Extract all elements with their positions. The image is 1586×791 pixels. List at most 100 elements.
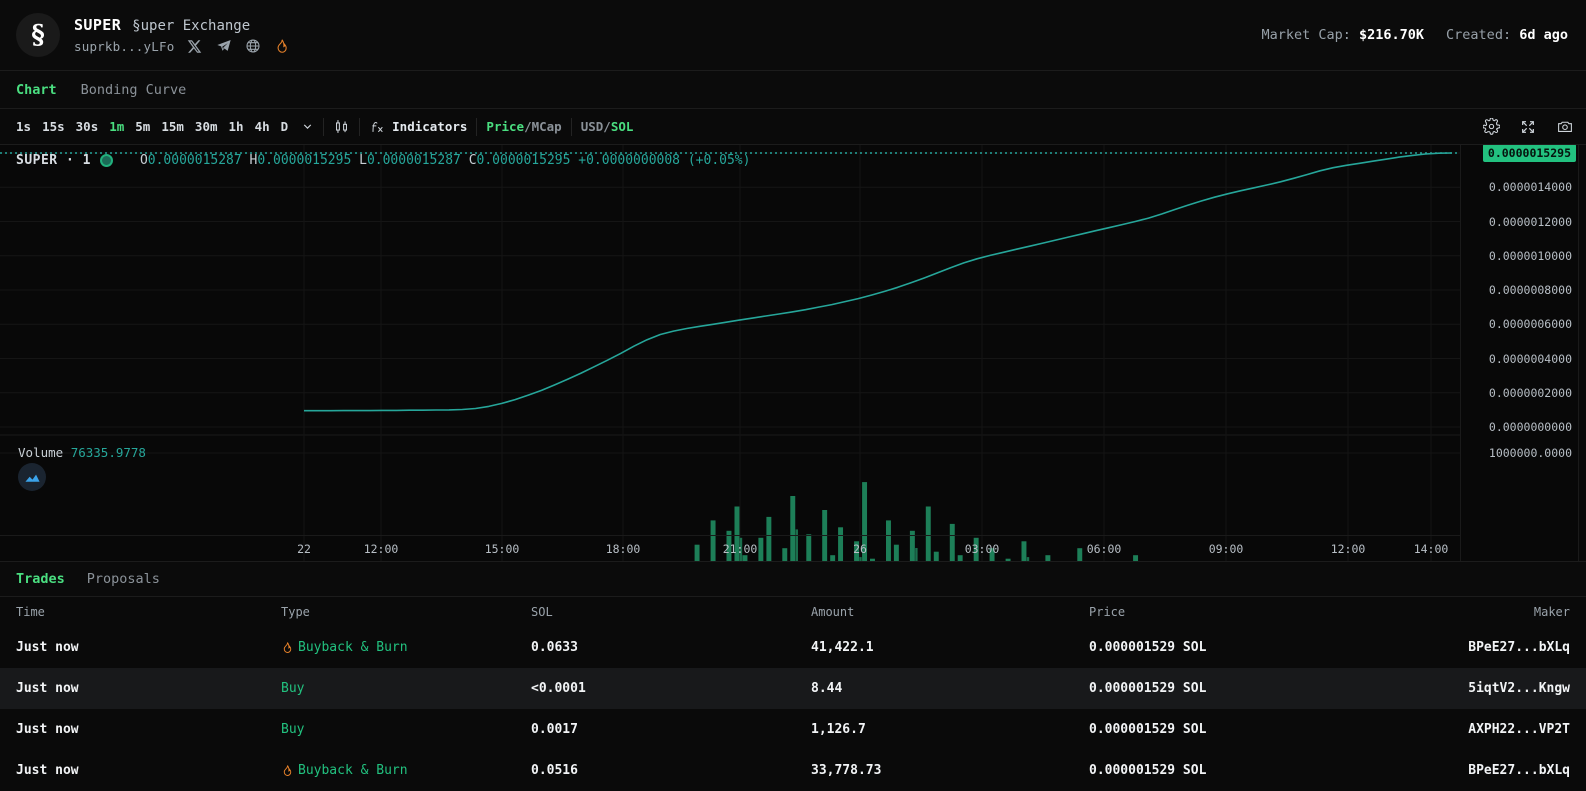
created-label: Created: (1446, 27, 1511, 43)
price-tick: 0.0000006000 (1489, 317, 1572, 331)
toolbar-right-icons (1483, 118, 1574, 135)
table-row[interactable]: Just nowBuyback & Burn0.051633,778.730.0… (0, 750, 1586, 791)
usd-option[interactable]: USD (581, 119, 604, 134)
timeframe-30m[interactable]: 30m (195, 119, 218, 134)
token-address[interactable]: suprkb...yLFo (74, 39, 174, 54)
chart-area[interactable]: SUPER · 1 O0.0000015287 H0.0000015295 L0… (0, 145, 1586, 561)
cell-sol: 0.0017 (531, 722, 811, 737)
cell-time: Just now (16, 681, 281, 696)
timeframe-15s[interactable]: 15s (42, 119, 65, 134)
cell-type: Buyback & Burn (281, 763, 531, 778)
volume-indicator-badge[interactable] (18, 463, 46, 491)
price-tick: 0.0000004000 (1489, 352, 1572, 366)
time-tick: 03:00 (965, 542, 1000, 556)
timeframe-30s[interactable]: 30s (76, 119, 99, 134)
open-value: 0.0000015287 (148, 153, 242, 168)
trades-tab-trades[interactable]: Trades (16, 571, 65, 587)
x-twitter-icon[interactable] (186, 38, 203, 55)
volume-legend: Volume 76335.9778 (18, 445, 146, 460)
chevron-down-icon[interactable] (301, 120, 314, 133)
cell-amount: 8.44 (811, 681, 1089, 696)
page-tabs: Chart Bonding Curve (0, 71, 1586, 109)
cell-price: 0.000001529 SOL (1089, 681, 1420, 696)
timeframe-5m[interactable]: 5m (135, 119, 150, 134)
low-value: 0.0000015287 (367, 153, 461, 168)
trades-table-header: Time Type SOL Amount Price Maker (0, 597, 1586, 627)
trades-table: Time Type SOL Amount Price Maker Just no… (0, 597, 1586, 791)
price-tick: 0.0000014000 (1489, 180, 1572, 194)
column-header-price: Price (1089, 605, 1420, 619)
cell-maker[interactable]: 5iqtV2...Kngw (1420, 681, 1570, 696)
fullscreen-icon[interactable] (1520, 119, 1536, 135)
close-key: C (469, 153, 477, 168)
price-option[interactable]: Price (486, 119, 524, 134)
time-axis[interactable]: 2212:0015:0018:0021:002603:0006:0009:001… (0, 535, 1460, 561)
open-key: O (140, 153, 148, 168)
flame-icon (281, 764, 293, 777)
cell-amount: 41,422.1 (811, 640, 1089, 655)
gear-icon[interactable] (1483, 118, 1500, 135)
sol-option[interactable]: SOL (611, 119, 634, 134)
chart-right-rail[interactable] (1578, 145, 1586, 561)
time-tick: 14:00 (1414, 542, 1449, 556)
price-tick: 0.0000010000 (1489, 249, 1572, 263)
token-project-name: §uper Exchange (132, 18, 250, 34)
cell-time: Just now (16, 722, 281, 737)
time-tick: 21:00 (723, 542, 758, 556)
cell-maker[interactable]: BPeE27...bXLq (1420, 763, 1570, 778)
timeframe-15m[interactable]: 15m (161, 119, 184, 134)
cell-maker[interactable]: BPeE27...bXLq (1420, 640, 1570, 655)
token-meta-row: suprkb...yLFo (74, 38, 290, 55)
column-header-sol: SOL (531, 605, 811, 619)
timeframe-D[interactable]: D (281, 119, 289, 134)
timeframe-1m[interactable]: 1m (109, 119, 124, 134)
price-mcap-toggle[interactable]: Price/MCap (486, 119, 561, 134)
price-tick: 0.0000000000 (1489, 420, 1572, 434)
telegram-icon[interactable] (215, 38, 232, 55)
app-root: § SUPER §uper Exchange suprkb...yLFo (0, 0, 1586, 791)
cell-sol: <0.0001 (531, 681, 811, 696)
cell-amount: 1,126.7 (811, 722, 1089, 737)
usd-sol-toggle[interactable]: USD/SOL (581, 119, 634, 134)
flame-icon[interactable] (273, 38, 290, 55)
market-cap-label: Market Cap: (1261, 27, 1350, 43)
time-tick: 15:00 (485, 542, 520, 556)
chart-plot[interactable] (0, 145, 1460, 561)
change-value: +0.0000000008 (578, 153, 680, 168)
candlestick-chart-type-icon[interactable] (333, 118, 350, 135)
camera-icon[interactable] (1556, 118, 1574, 135)
time-tick: 26 (853, 542, 867, 556)
price-tick: 0.0000012000 (1489, 215, 1572, 229)
series-color-dot (100, 154, 113, 167)
column-header-time: Time (16, 605, 281, 619)
timeframe-1s[interactable]: 1s (16, 119, 31, 134)
table-row[interactable]: Just nowBuy<0.00018.440.000001529 SOL5iq… (0, 668, 1586, 709)
page-tab-chart[interactable]: Chart (16, 82, 57, 98)
trade-type-label: Buyback & Burn (298, 640, 408, 655)
chart-symbol-label: SUPER · 1 (16, 153, 91, 168)
cell-maker[interactable]: AXPH22...VP2T (1420, 722, 1570, 737)
low-key: L (359, 153, 367, 168)
website-globe-icon[interactable] (244, 38, 261, 55)
ohlc-values: O0.0000015287 H0.0000015295 L0.000001528… (140, 153, 751, 168)
high-value: 0.0000015295 (257, 153, 351, 168)
page-tab-bonding-curve[interactable]: Bonding Curve (81, 82, 187, 98)
chart-legend: SUPER · 1 O0.0000015287 H0.0000015295 L0… (16, 153, 750, 168)
timeframe-1h[interactable]: 1h (229, 119, 244, 134)
volume-axis-tick: 1000000.0000 (1489, 446, 1572, 460)
indicators-button[interactable]: Indicators (392, 119, 467, 134)
table-row[interactable]: Just nowBuy0.00171,126.70.000001529 SOLA… (0, 709, 1586, 750)
indicators-fx-icon[interactable] (369, 118, 385, 135)
price-axis[interactable]: 0.00000160000.00000140000.00000120000.00… (1460, 145, 1578, 561)
time-tick: 18:00 (606, 542, 641, 556)
market-cap-value: $216.70K (1359, 27, 1424, 43)
table-row[interactable]: Just nowBuyback & Burn0.063341,422.10.00… (0, 627, 1586, 668)
toolbar-divider-2 (359, 118, 360, 136)
timeframe-4h[interactable]: 4h (255, 119, 270, 134)
cell-amount: 33,778.73 (811, 763, 1089, 778)
trade-type-label: Buyback & Burn (298, 763, 408, 778)
mcap-option[interactable]: MCap (532, 119, 562, 134)
trades-tabs: Trades Proposals (0, 561, 1586, 597)
flame-icon (281, 641, 293, 654)
trades-tab-proposals[interactable]: Proposals (87, 571, 160, 587)
